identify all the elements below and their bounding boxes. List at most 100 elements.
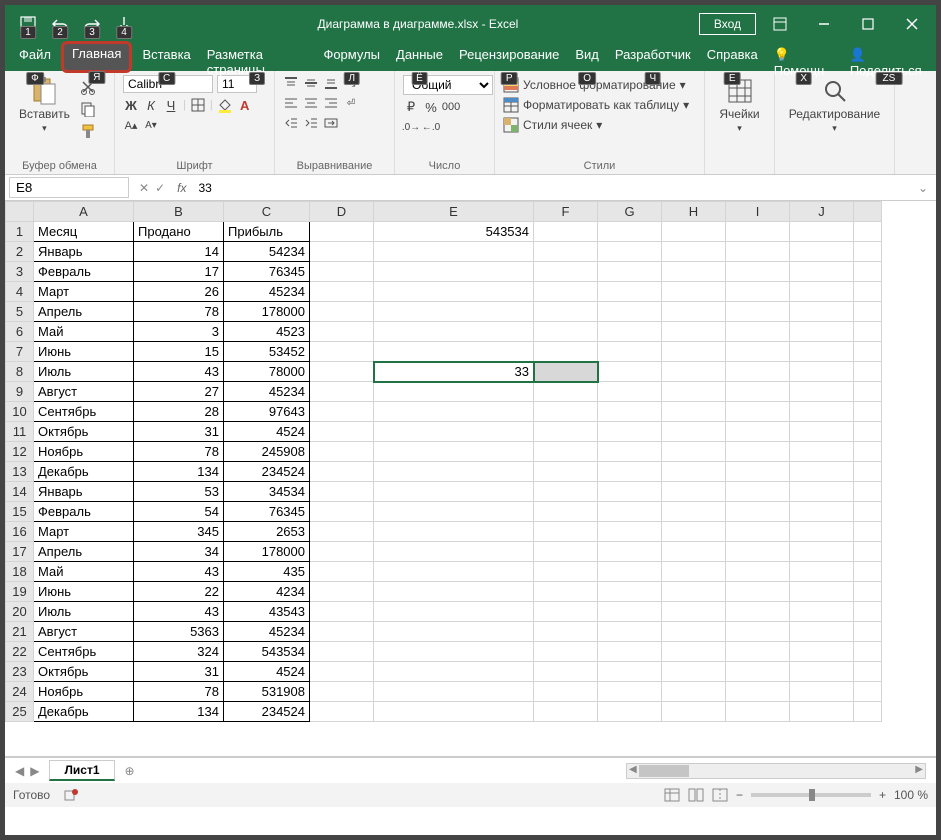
horizontal-scrollbar[interactable]: ◀ ▶ (626, 763, 926, 779)
format-as-table-button[interactable]: Форматировать как таблицу ▾ (503, 95, 696, 115)
cell[interactable]: 34534 (224, 482, 310, 502)
tab-разработчик[interactable]: РазработчикЧ (607, 43, 699, 71)
cell[interactable]: Май (34, 562, 134, 582)
percent-format-icon[interactable]: % (423, 99, 439, 115)
tab-данные[interactable]: ДанныеЁ (388, 43, 451, 71)
cell[interactable] (310, 602, 374, 622)
cell[interactable]: Август (34, 382, 134, 402)
cell[interactable] (790, 282, 854, 302)
cell[interactable] (310, 682, 374, 702)
align-left-icon[interactable] (283, 95, 299, 111)
cell[interactable]: 26 (134, 282, 224, 302)
row-header[interactable]: 10 (6, 402, 34, 422)
cell[interactable] (310, 562, 374, 582)
qat-redo[interactable]: 3 (79, 11, 105, 37)
cell[interactable] (790, 502, 854, 522)
cell[interactable] (598, 402, 662, 422)
bold-button[interactable]: Ж (123, 97, 139, 113)
cell[interactable] (598, 422, 662, 442)
cell[interactable]: 54234 (224, 242, 310, 262)
cell[interactable] (790, 382, 854, 402)
cell[interactable] (534, 242, 598, 262)
row-header[interactable]: 14 (6, 482, 34, 502)
cell[interactable] (598, 642, 662, 662)
cell[interactable]: Сентябрь (34, 402, 134, 422)
cell[interactable] (726, 342, 790, 362)
cell[interactable]: 543534 (374, 222, 534, 242)
cell[interactable]: 45234 (224, 282, 310, 302)
align-bottom-icon[interactable] (323, 75, 339, 91)
cell[interactable] (534, 462, 598, 482)
cell[interactable] (790, 262, 854, 282)
cell[interactable] (310, 362, 374, 382)
cell-styles-button[interactable]: Стили ячеек ▾ (503, 115, 696, 135)
cell[interactable] (662, 402, 726, 422)
cell[interactable] (726, 622, 790, 642)
cell[interactable]: 45234 (224, 622, 310, 642)
add-sheet-button[interactable]: ⊕ (115, 764, 145, 778)
normal-view-icon[interactable] (664, 788, 680, 802)
signin-button[interactable]: Вход (699, 13, 756, 35)
cell[interactable]: Апрель (34, 302, 134, 322)
row-header[interactable]: 24 (6, 682, 34, 702)
column-header[interactable]: F (534, 202, 598, 222)
zoom-level[interactable]: 100 % (894, 788, 928, 802)
cell[interactable]: 2653 (224, 522, 310, 542)
cell[interactable]: Июнь (34, 342, 134, 362)
cell[interactable] (662, 682, 726, 702)
cell[interactable] (598, 242, 662, 262)
font-color-button[interactable]: А (237, 97, 253, 113)
cell[interactable]: 76345 (224, 262, 310, 282)
formula-input[interactable]: 33 (192, 179, 909, 197)
cell[interactable]: 45234 (224, 382, 310, 402)
row-header[interactable]: 7 (6, 342, 34, 362)
merge-cells-icon[interactable] (323, 115, 339, 131)
cell[interactable]: Январь (34, 482, 134, 502)
cell[interactable]: 22 (134, 582, 224, 602)
page-layout-view-icon[interactable] (688, 788, 704, 802)
cell[interactable] (790, 222, 854, 242)
cell[interactable] (790, 542, 854, 562)
borders-button[interactable] (190, 97, 206, 113)
cell[interactable]: Продано (134, 222, 224, 242)
cell[interactable] (598, 662, 662, 682)
cell[interactable] (662, 462, 726, 482)
comma-format-icon[interactable]: 000 (443, 99, 459, 115)
cell[interactable]: 54 (134, 502, 224, 522)
cell[interactable]: Декабрь (34, 462, 134, 482)
cell[interactable]: Декабрь (34, 702, 134, 722)
cell[interactable] (374, 582, 534, 602)
cell[interactable] (534, 542, 598, 562)
cell[interactable] (534, 222, 598, 242)
cell[interactable]: 76345 (224, 502, 310, 522)
cell[interactable]: 14 (134, 242, 224, 262)
cell[interactable] (310, 282, 374, 302)
cell[interactable] (534, 262, 598, 282)
cell[interactable] (662, 342, 726, 362)
cell[interactable] (374, 242, 534, 262)
cell[interactable]: 3 (134, 322, 224, 342)
row-header[interactable]: 4 (6, 282, 34, 302)
row-header[interactable]: 11 (6, 422, 34, 442)
cell[interactable]: 324 (134, 642, 224, 662)
tab-файл[interactable]: ФайлФ (11, 43, 59, 71)
cell[interactable] (790, 522, 854, 542)
cell[interactable] (374, 442, 534, 462)
cell[interactable] (598, 602, 662, 622)
cell[interactable] (534, 622, 598, 642)
cell[interactable]: Июль (34, 602, 134, 622)
cell[interactable] (790, 402, 854, 422)
cell[interactable]: 15 (134, 342, 224, 362)
format-painter-icon[interactable] (80, 123, 96, 139)
cell[interactable]: Май (34, 322, 134, 342)
cell[interactable]: 33 (374, 362, 534, 382)
tab-формулы[interactable]: ФормулыЛ (315, 43, 388, 71)
cell[interactable] (662, 262, 726, 282)
cell[interactable] (598, 322, 662, 342)
tab-поделиться[interactable]: 👤 ПоделитьсяZS (842, 43, 936, 71)
cell[interactable] (534, 502, 598, 522)
cell[interactable] (662, 642, 726, 662)
qat-autosave[interactable]: 1 (15, 11, 41, 37)
row-header[interactable]: 1 (6, 222, 34, 242)
cell[interactable]: Прибыль (224, 222, 310, 242)
